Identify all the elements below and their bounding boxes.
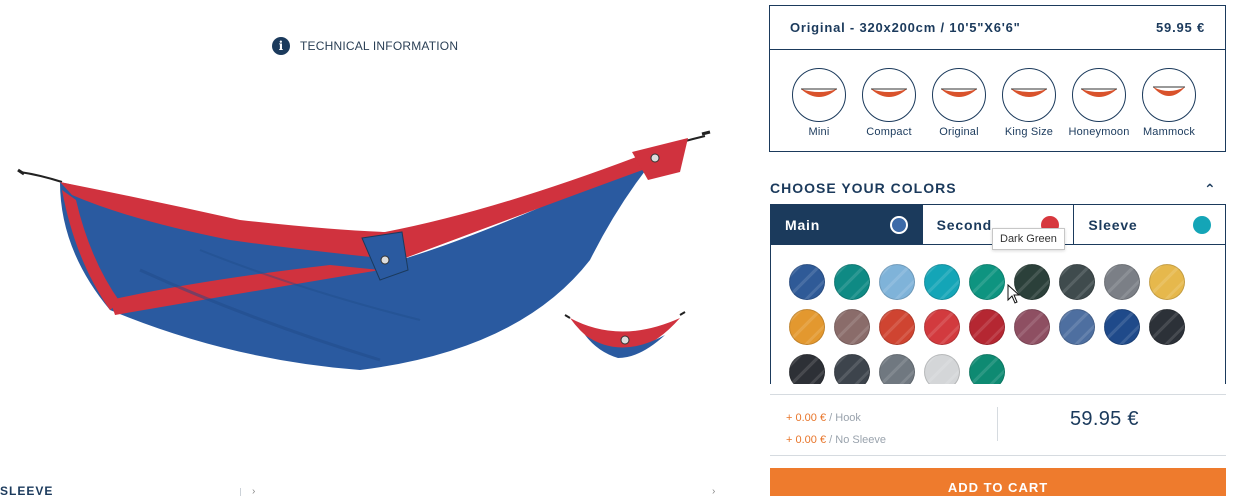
bottom-divider: [240, 488, 241, 496]
color-swatch[interactable]: [879, 264, 915, 300]
size-option-label: Mammock: [1142, 126, 1196, 138]
size-selector: Original - 320x200cm / 10'5"X6'6" 59.95 …: [769, 5, 1226, 152]
hammock-icon: [1142, 68, 1196, 122]
color-swatch[interactable]: [879, 309, 915, 345]
color-swatch[interactable]: [969, 354, 1005, 384]
size-header[interactable]: Original - 320x200cm / 10'5"X6'6" 59.95 …: [770, 6, 1225, 50]
size-options: Mini Compact Original King Size Honeymoo…: [770, 50, 1225, 138]
color-tooltip: Dark Green: [992, 228, 1065, 250]
color-swatch[interactable]: [789, 354, 825, 384]
color-swatch-panel[interactable]: [770, 245, 1226, 384]
size-price: 59.95 €: [1156, 20, 1205, 35]
size-option-compact[interactable]: Compact: [858, 68, 920, 138]
extra-name: Hook: [835, 412, 861, 424]
color-swatch[interactable]: [1104, 264, 1140, 300]
color-swatch[interactable]: [1059, 264, 1095, 300]
color-swatch[interactable]: [1014, 309, 1050, 345]
size-option-mammock[interactable]: Mammock: [1138, 68, 1200, 138]
tab-main[interactable]: Main: [771, 205, 923, 244]
hammock-icon: [932, 68, 986, 122]
color-swatch[interactable]: [924, 354, 960, 384]
chevron-right-icon[interactable]: ›: [252, 486, 255, 496]
hammock-icon: [862, 68, 916, 122]
extra-price: + 0.00 €: [786, 434, 827, 446]
extras-list: + 0.00 € / Hook + 0.00 € / No Sleeve: [786, 407, 886, 451]
color-dot-icon: [889, 215, 908, 234]
mouse-cursor-icon: [1007, 284, 1021, 304]
color-swatch[interactable]: [1104, 309, 1140, 345]
color-swatch[interactable]: [924, 309, 960, 345]
summary-divider: [997, 407, 998, 441]
sleeve-section-label: SLEEVE: [0, 484, 54, 496]
chevron-up-icon[interactable]: ⌃: [1204, 181, 1216, 198]
hammock-icon: [792, 68, 846, 122]
tab-label: Second: [936, 216, 993, 233]
color-swatch[interactable]: [789, 264, 825, 300]
size-option-honeymoon[interactable]: Honeymoon: [1068, 68, 1130, 138]
size-option-label: Original: [939, 126, 979, 138]
technical-information-link[interactable]: i TECHNICAL INFORMATION: [272, 37, 458, 55]
color-swatch[interactable]: [1149, 309, 1185, 345]
extra-separator: /: [826, 412, 836, 424]
color-swatch[interactable]: [834, 264, 870, 300]
color-swatch[interactable]: [924, 264, 960, 300]
color-swatch[interactable]: [879, 354, 915, 384]
size-option-label: Compact: [866, 126, 912, 138]
size-title: Original - 320x200cm / 10'5"X6'6": [790, 20, 1021, 35]
info-icon: i: [272, 37, 290, 55]
size-option-label: Honeymoon: [1068, 126, 1130, 138]
color-swatch[interactable]: [834, 309, 870, 345]
tab-label: Sleeve: [1088, 216, 1138, 233]
total-price: 59.95 €: [1070, 408, 1139, 430]
color-swatch[interactable]: [789, 309, 825, 345]
color-swatch[interactable]: [969, 264, 1005, 300]
color-swatch-grid: [789, 264, 1185, 384]
price-summary: + 0.00 € / Hook + 0.00 € / No Sleeve 59.…: [770, 394, 1226, 456]
size-option-label: Mini: [808, 126, 830, 138]
extra-name: No Sleeve: [835, 434, 887, 446]
tab-label: Main: [785, 216, 821, 233]
color-swatch[interactable]: [1059, 309, 1095, 345]
color-dot-icon: [1193, 215, 1212, 234]
color-swatch[interactable]: [834, 354, 870, 384]
size-option-mini[interactable]: Mini: [788, 68, 850, 138]
hammock-icon: [1072, 68, 1126, 122]
size-option-label: King Size: [1004, 126, 1054, 138]
extra-line-hook: + 0.00 € / Hook: [786, 407, 886, 429]
product-image: [17, 130, 711, 370]
extra-line-sleeve: + 0.00 € / No Sleeve: [786, 429, 886, 451]
size-option-king-size[interactable]: King Size: [998, 68, 1060, 138]
extra-separator: /: [826, 434, 836, 446]
extra-price: + 0.00 €: [786, 412, 827, 424]
tab-sleeve[interactable]: Sleeve: [1074, 205, 1225, 244]
technical-information-label: TECHNICAL INFORMATION: [300, 39, 459, 53]
add-to-cart-button[interactable]: ADD TO CART: [770, 468, 1226, 496]
size-option-original[interactable]: Original: [928, 68, 990, 138]
color-swatch[interactable]: [969, 309, 1005, 345]
chevron-right-icon[interactable]: ›: [712, 486, 715, 496]
color-swatch[interactable]: [1149, 264, 1185, 300]
hammock-icon: [1002, 68, 1056, 122]
choose-colors-title: CHOOSE YOUR COLORS: [770, 180, 957, 196]
